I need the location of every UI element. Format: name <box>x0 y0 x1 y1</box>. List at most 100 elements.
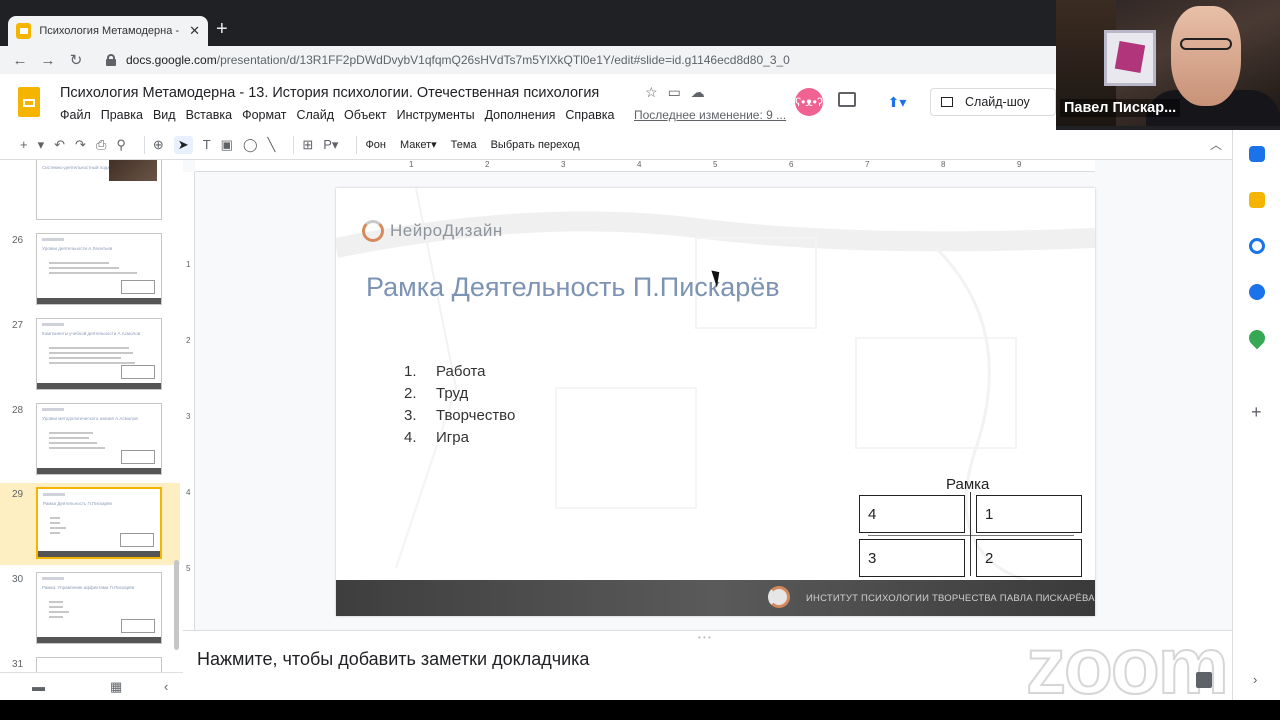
present-to-meeting-button[interactable]: ⬆▾ <box>876 88 918 116</box>
slide-number: 26 <box>12 235 24 246</box>
menu-format[interactable]: Формат <box>242 108 286 122</box>
select-tool-icon[interactable]: ➤ <box>173 135 193 154</box>
frame-label[interactable]: Рамка <box>946 476 989 493</box>
filmstrip-scrollbar[interactable] <box>174 560 179 650</box>
url-field[interactable]: docs.google.com/presentation/d/13R1FF2pD… <box>126 53 790 67</box>
thumbnail-footer <box>37 298 161 304</box>
url-path: /presentation/d/13R1FF2pDWdDvybV1qfqmQ26… <box>216 53 790 67</box>
chevron-down-icon[interactable]: ▾ <box>38 137 45 153</box>
reload-icon[interactable]: ↻ <box>68 51 84 69</box>
slide-number: 30 <box>12 574 24 585</box>
back-icon[interactable]: ← <box>12 52 28 69</box>
institute-logo-icon <box>768 586 790 608</box>
comments-icon[interactable] <box>838 92 856 107</box>
thumbnail-text-line <box>49 442 97 444</box>
layout-button[interactable]: Макет▾ <box>400 138 437 151</box>
new-slide-icon[interactable]: + <box>20 137 28 152</box>
docs-header: Психология Метамодерна - 13. История пси… <box>0 74 1056 130</box>
pen-icon[interactable]: P▾ <box>323 137 338 153</box>
tasks-icon[interactable] <box>1249 238 1265 254</box>
new-tab-button[interactable]: + <box>216 18 228 41</box>
filmstrip-slide[interactable]: 26 Уровни деятельности А.Леонтьев <box>0 233 180 313</box>
frame-cell-bottom-left[interactable]: 3 <box>859 539 965 577</box>
paint-format-icon[interactable]: ⚲ <box>116 137 126 153</box>
menu-edit[interactable]: Правка <box>101 108 143 122</box>
comment-add-icon[interactable]: ⊞ <box>302 137 313 153</box>
filmstrip-slide-active[interactable]: 29 Рамка Деятельность П.Пискарёв <box>0 483 180 565</box>
list-text: Труд <box>436 384 469 402</box>
thumbnail-frame <box>121 365 155 379</box>
thumbnail-footer <box>37 637 161 643</box>
explore-icon[interactable] <box>1196 672 1212 688</box>
filmstrip-slide[interactable]: Системно-деятельностный подход <box>0 160 180 228</box>
resize-handle-icon[interactable]: • • • <box>698 633 711 642</box>
frame-vertical-axis <box>970 492 971 576</box>
footer-text: ИНСТИТУТ ПСИХОЛОГИИ ТВОРЧЕСТВА ПАВЛА ПИС… <box>806 593 1095 604</box>
redo-icon[interactable]: ↷ <box>75 137 86 153</box>
menu-file[interactable]: Файл <box>60 108 91 122</box>
menu-slide[interactable]: Слайд <box>296 108 334 122</box>
image-icon[interactable]: ▣ <box>221 137 233 153</box>
background-button[interactable]: Фон <box>365 139 386 151</box>
thumbnail-footer <box>37 468 161 474</box>
filmstrip-slide[interactable]: 31 <box>0 657 180 672</box>
slide-thumbnail <box>36 657 162 672</box>
transition-button[interactable]: Выбрать переход <box>491 139 580 151</box>
folder-icon[interactable]: ▭ <box>668 84 681 101</box>
slideshow-button[interactable]: Слайд-шоу <box>930 88 1056 116</box>
zoom-icon[interactable]: ⊕ <box>153 137 164 153</box>
ruler-tick: 1 <box>409 160 414 169</box>
calendar-icon[interactable] <box>1249 146 1265 162</box>
collapse-toolbar-icon[interactable]: ︿ <box>1210 136 1222 153</box>
menu-view[interactable]: Вид <box>153 108 176 122</box>
hide-side-panel-icon[interactable]: › <box>1253 672 1257 687</box>
ruler-tick: 4 <box>186 488 191 497</box>
thumbnail-text-line <box>49 267 119 269</box>
frame-cell-top-left[interactable]: 4 <box>859 495 965 533</box>
textbox-icon[interactable]: T <box>203 137 211 152</box>
frame-cell-top-right[interactable]: 1 <box>976 495 1082 533</box>
get-addons-icon[interactable]: + <box>1251 402 1262 423</box>
last-edit-link[interactable]: Последнее изменение: 9 ... <box>634 108 786 122</box>
ruler-tick: 7 <box>865 160 870 169</box>
theme-button[interactable]: Тема <box>451 139 477 151</box>
menu-addons[interactable]: Дополнения <box>485 108 556 122</box>
maps-icon[interactable] <box>1245 326 1269 350</box>
print-icon[interactable]: ⎙ <box>96 137 106 153</box>
filmstrip-slide[interactable]: 30 Рамка: Управление аффектами П.Пискарё… <box>0 572 180 652</box>
filmstrip-view-icon[interactable]: ▬ <box>32 679 45 694</box>
filmstrip-slide[interactable]: 27 Компоненты учебной деятельности А.Асм… <box>0 318 180 398</box>
browser-tab[interactable]: Психология Метамодерна - 13 ✕ <box>8 16 208 46</box>
grid-view-icon[interactable]: ▦ <box>110 679 122 695</box>
star-icon[interactable]: ☆ <box>645 84 658 101</box>
forward-icon[interactable]: → <box>40 52 56 69</box>
collapse-filmstrip-icon[interactable]: ‹ <box>164 679 168 694</box>
thumbnail-title: Системно-деятельностный подход <box>42 165 115 170</box>
menu-help[interactable]: Справка <box>565 108 614 122</box>
google-slides-logo-icon[interactable] <box>18 87 40 117</box>
undo-icon[interactable]: ↶ <box>54 137 65 153</box>
menu-tools[interactable]: Инструменты <box>397 108 475 122</box>
frame-cell-bottom-right[interactable]: 2 <box>976 539 1082 577</box>
slideshow-label: Слайд-шоу <box>965 95 1030 109</box>
line-icon[interactable]: ╲ <box>268 137 276 153</box>
vertical-ruler: 1 2 3 4 5 <box>183 172 195 630</box>
shape-icon[interactable]: ◯ <box>243 137 258 153</box>
current-slide[interactable]: НейроДизайн Рамка Деятельность П.Пискарё… <box>336 188 1095 616</box>
thumbnail-logo <box>42 238 64 241</box>
keep-icon[interactable] <box>1249 192 1265 208</box>
contacts-icon[interactable] <box>1249 284 1265 300</box>
speaker-notes-placeholder: Нажмите, чтобы добавить заметки докладчи… <box>197 649 590 669</box>
filmstrip-slide[interactable]: 28 Уровни методологического знания А.Асм… <box>0 403 180 483</box>
thumbnail-frame <box>121 450 155 464</box>
user-avatar[interactable]: ʕ•ᴥ•ʔ <box>795 88 823 116</box>
document-title[interactable]: Психология Метамодерна - 13. История пси… <box>60 85 599 101</box>
menu-object[interactable]: Объект <box>344 108 387 122</box>
slide-thumbnail: Рамка Деятельность П.Пискарёв <box>36 487 162 559</box>
menu-insert[interactable]: Вставка <box>186 108 232 122</box>
address-bar: ← → ↻ docs.google.com/presentation/d/13R… <box>0 46 1056 74</box>
slide-numbered-list[interactable]: 1. Работа 2. Труд 3. Творчество 4. Игра <box>404 360 515 448</box>
tab-close-icon[interactable]: ✕ <box>189 23 200 39</box>
cloud-status-icon[interactable]: ☁ <box>691 84 705 101</box>
list-number: 3. <box>404 406 417 424</box>
